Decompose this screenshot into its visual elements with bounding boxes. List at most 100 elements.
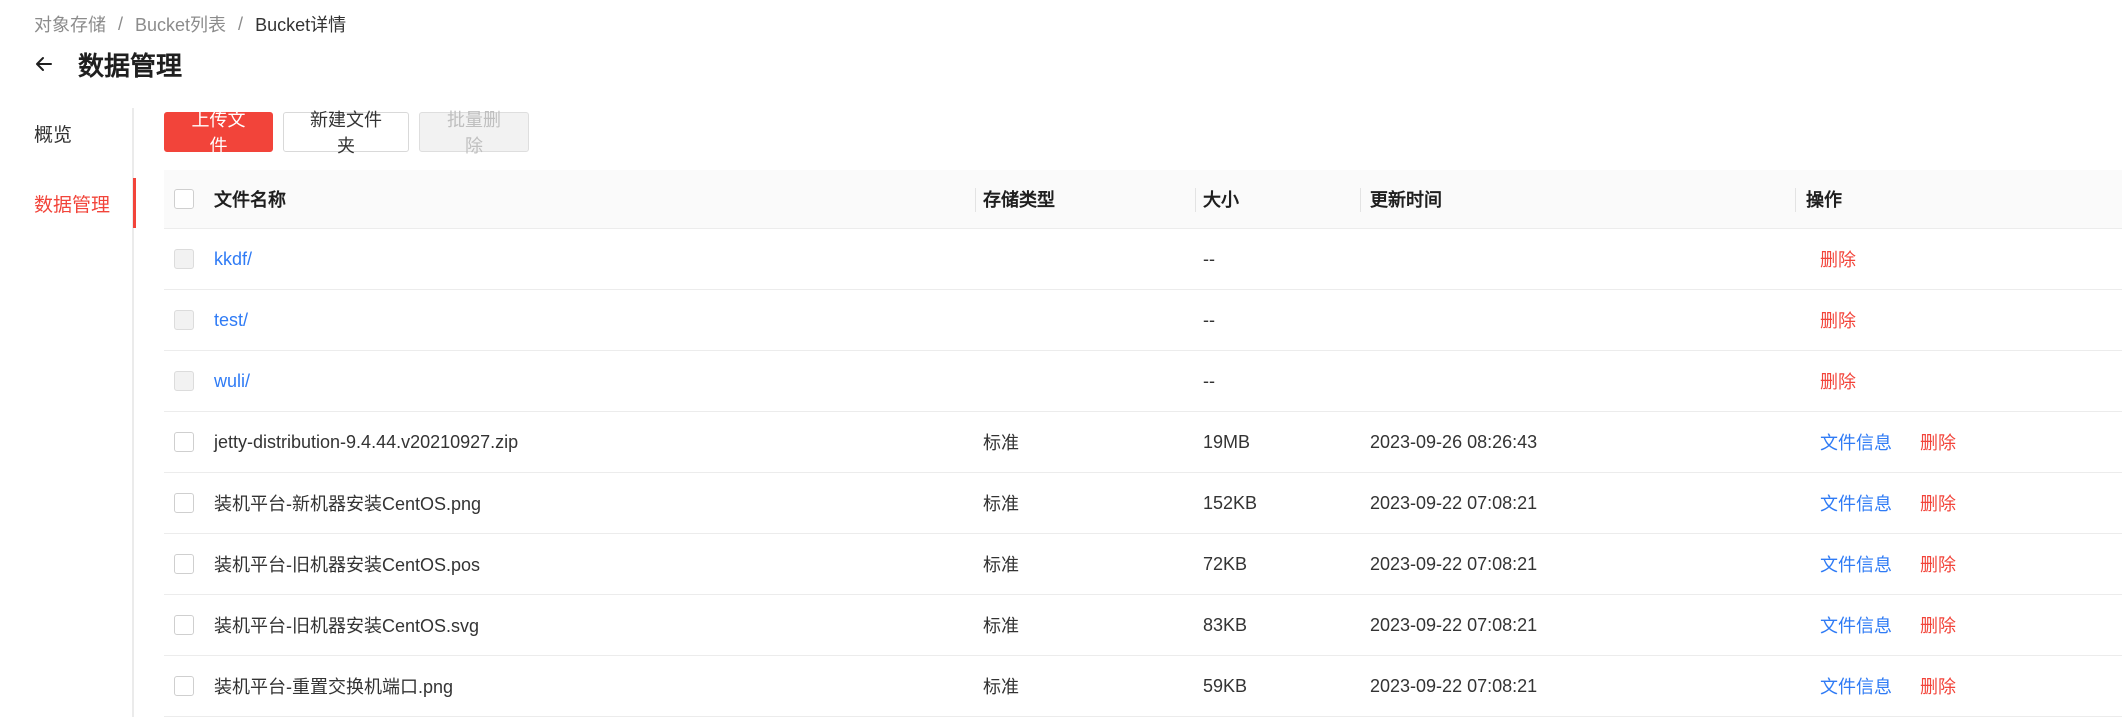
row-ops: 文件信息 删除 [1806, 656, 1956, 716]
file-info-link[interactable]: 文件信息 [1820, 612, 1892, 638]
breadcrumb: 对象存储 / Bucket列表 / Bucket详情 [34, 12, 346, 36]
file-name: jetty-distribution-9.4.44.v20210927.zip [214, 431, 519, 452]
row-ops: 文件信息 删除 [1806, 412, 1956, 472]
table-row: 装机平台-重置交换机端口.png 标准 59KB 2023-09-22 07:0… [164, 656, 2122, 717]
delete-link[interactable]: 删除 [1920, 551, 1956, 577]
breadcrumb-bucket-detail: Bucket详情 [255, 15, 347, 35]
toolbar: 上传文件 新建文件夹 批量删除 [164, 110, 539, 156]
storage-type: 标准 [983, 616, 1019, 636]
column-header-ops: 操作 [1806, 190, 1842, 210]
delete-link[interactable]: 删除 [1820, 246, 1856, 272]
page-title: 数据管理 [78, 50, 183, 81]
updated-time: 2023-09-22 07:08:21 [1370, 614, 1538, 635]
column-divider [1795, 188, 1796, 212]
delete-link[interactable]: 删除 [1820, 307, 1856, 333]
row-checkbox[interactable] [174, 493, 194, 513]
back-button[interactable] [30, 50, 58, 78]
row-checkbox[interactable] [174, 615, 194, 635]
file-size: 83KB [1203, 614, 1248, 635]
updated-time: 2023-09-22 07:08:21 [1370, 675, 1538, 696]
delete-link[interactable]: 删除 [1820, 368, 1856, 394]
updated-time: 2023-09-22 07:08:21 [1370, 492, 1538, 513]
breadcrumb-separator: / [118, 13, 124, 34]
folder-name-link[interactable]: test/ [214, 290, 248, 350]
row-check-cell [174, 229, 194, 289]
column-divider [1195, 188, 1196, 212]
table-row: 装机平台-新机器安装CentOS.png 标准 152KB 2023-09-22… [164, 473, 2122, 534]
row-checkbox [174, 249, 194, 269]
batch-delete-button: 批量删除 [419, 110, 529, 156]
row-check-cell [174, 351, 194, 411]
file-size: 72KB [1203, 553, 1248, 574]
column-header-storage-type: 存储类型 [983, 190, 1055, 210]
row-check-cell [174, 290, 194, 350]
breadcrumb-object-storage[interactable]: 对象存储 [34, 11, 106, 37]
breadcrumb-bucket-list[interactable]: Bucket列表 [135, 11, 226, 37]
file-info-link[interactable]: 文件信息 [1820, 429, 1892, 455]
row-check-cell [174, 656, 194, 716]
file-size: -- [1203, 370, 1215, 391]
file-size: -- [1203, 309, 1215, 330]
table-row: 装机平台-旧机器安装CentOS.svg 标准 83KB 2023-09-22 … [164, 595, 2122, 656]
file-info-link[interactable]: 文件信息 [1820, 490, 1892, 516]
delete-link[interactable]: 删除 [1920, 429, 1956, 455]
nav-item-overview[interactable]: 概览 [0, 108, 134, 158]
row-checkbox[interactable] [174, 676, 194, 696]
row-check-cell [174, 534, 194, 594]
delete-link[interactable]: 删除 [1920, 490, 1956, 516]
nav-item-data-management[interactable]: 数据管理 [0, 178, 136, 228]
row-ops: 删除 [1806, 351, 1856, 411]
row-checkbox[interactable] [174, 432, 194, 452]
storage-type: 标准 [983, 494, 1019, 514]
folder-name-link[interactable]: kkdf/ [214, 229, 252, 289]
row-ops: 文件信息 删除 [1806, 534, 1956, 594]
file-size: 152KB [1203, 492, 1258, 513]
file-name: 装机平台-新机器安装CentOS.png [214, 494, 482, 514]
file-name: 装机平台-重置交换机端口.png [214, 677, 454, 697]
arrow-left-icon [36, 57, 52, 71]
storage-type: 标准 [983, 677, 1019, 697]
row-ops: 删除 [1806, 290, 1856, 350]
row-check-cell [174, 595, 194, 655]
file-info-link[interactable]: 文件信息 [1820, 551, 1892, 577]
row-ops: 文件信息 删除 [1806, 595, 1956, 655]
row-checkbox[interactable] [174, 554, 194, 574]
column-header-updated: 更新时间 [1370, 190, 1442, 210]
file-size: 19MB [1203, 431, 1251, 452]
file-name: 装机平台-旧机器安装CentOS.svg [214, 616, 480, 636]
row-ops: 文件信息 删除 [1806, 473, 1956, 533]
delete-link[interactable]: 删除 [1920, 673, 1956, 699]
table-row: wuli/ -- 删除 [164, 351, 2122, 412]
file-table: 文件名称 存储类型 大小 更新时间 操作 kkdf/ -- 删除 test/ -… [164, 170, 2122, 717]
table-row: 装机平台-旧机器安装CentOS.pos 标准 72KB 2023-09-22 … [164, 534, 2122, 595]
column-header-name: 文件名称 [214, 190, 286, 210]
file-size: 59KB [1203, 675, 1248, 696]
breadcrumb-separator: / [238, 13, 244, 34]
file-size: -- [1203, 248, 1215, 269]
file-name: 装机平台-旧机器安装CentOS.pos [214, 555, 481, 575]
side-nav: 概览 数据管理 [0, 108, 136, 717]
updated-time: 2023-09-26 08:26:43 [1370, 431, 1538, 452]
title-row: 数据管理 [30, 44, 182, 84]
file-info-link[interactable]: 文件信息 [1820, 673, 1892, 699]
table-row: kkdf/ -- 删除 [164, 229, 2122, 290]
folder-name-link[interactable]: wuli/ [214, 351, 250, 411]
updated-time: 2023-09-22 07:08:21 [1370, 553, 1538, 574]
row-check-cell [174, 473, 194, 533]
delete-link[interactable]: 删除 [1920, 612, 1956, 638]
select-all-checkbox[interactable] [174, 189, 194, 209]
row-ops: 删除 [1806, 229, 1856, 289]
row-check-cell [174, 412, 194, 472]
storage-type: 标准 [983, 555, 1019, 575]
table-row: jetty-distribution-9.4.44.v20210927.zip … [164, 412, 2122, 473]
new-folder-button[interactable]: 新建文件夹 [283, 110, 409, 156]
row-checkbox [174, 310, 194, 330]
row-checkbox [174, 371, 194, 391]
column-header-size: 大小 [1203, 190, 1239, 210]
upload-file-button[interactable]: 上传文件 [164, 110, 273, 156]
select-all-cell [174, 170, 194, 228]
storage-type: 标准 [983, 433, 1019, 453]
column-divider [975, 188, 976, 212]
table-header: 文件名称 存储类型 大小 更新时间 操作 [164, 170, 2122, 229]
column-divider [1360, 188, 1361, 212]
